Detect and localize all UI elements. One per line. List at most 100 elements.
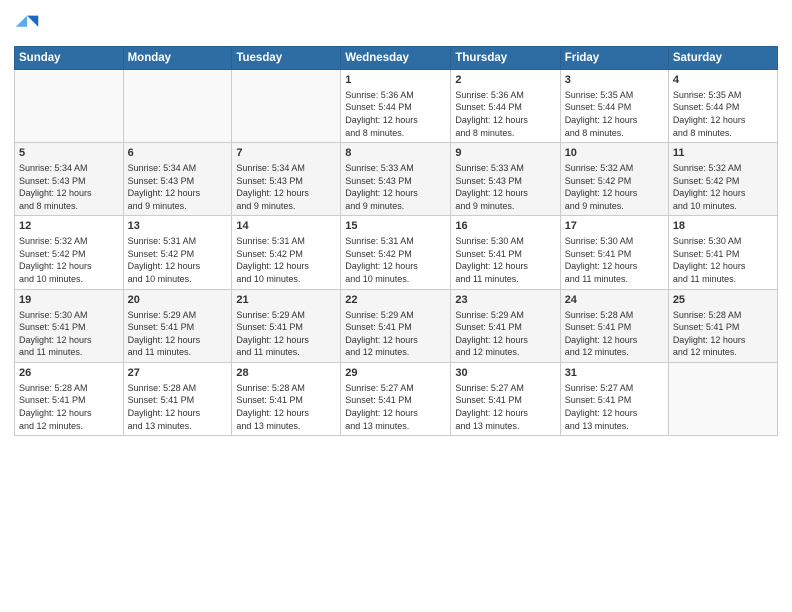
day-info: Sunrise: 5:28 AM Sunset: 5:41 PM Dayligh… <box>128 382 228 432</box>
calendar-table: SundayMondayTuesdayWednesdayThursdayFrid… <box>14 46 778 436</box>
day-info: Sunrise: 5:33 AM Sunset: 5:43 PM Dayligh… <box>345 162 446 212</box>
day-number: 4 <box>673 73 773 88</box>
col-header-sunday: Sunday <box>15 47 124 70</box>
day-cell <box>232 70 341 143</box>
logo-icon <box>14 10 42 38</box>
day-number: 11 <box>673 146 773 161</box>
day-info: Sunrise: 5:28 AM Sunset: 5:41 PM Dayligh… <box>673 309 773 359</box>
day-cell: 1Sunrise: 5:36 AM Sunset: 5:44 PM Daylig… <box>341 70 451 143</box>
day-number: 21 <box>236 293 336 308</box>
day-cell: 15Sunrise: 5:31 AM Sunset: 5:42 PM Dayli… <box>341 216 451 289</box>
day-info: Sunrise: 5:32 AM Sunset: 5:42 PM Dayligh… <box>565 162 664 212</box>
day-cell: 29Sunrise: 5:27 AM Sunset: 5:41 PM Dayli… <box>341 362 451 435</box>
col-header-saturday: Saturday <box>668 47 777 70</box>
day-cell <box>123 70 232 143</box>
day-number: 25 <box>673 293 773 308</box>
day-cell: 4Sunrise: 5:35 AM Sunset: 5:44 PM Daylig… <box>668 70 777 143</box>
day-cell <box>668 362 777 435</box>
day-number: 2 <box>455 73 555 88</box>
day-number: 3 <box>565 73 664 88</box>
day-cell: 25Sunrise: 5:28 AM Sunset: 5:41 PM Dayli… <box>668 289 777 362</box>
week-row-2: 5Sunrise: 5:34 AM Sunset: 5:43 PM Daylig… <box>15 143 778 216</box>
day-info: Sunrise: 5:27 AM Sunset: 5:41 PM Dayligh… <box>455 382 555 432</box>
day-info: Sunrise: 5:31 AM Sunset: 5:42 PM Dayligh… <box>128 235 228 285</box>
day-info: Sunrise: 5:29 AM Sunset: 5:41 PM Dayligh… <box>345 309 446 359</box>
week-row-4: 19Sunrise: 5:30 AM Sunset: 5:41 PM Dayli… <box>15 289 778 362</box>
day-cell: 5Sunrise: 5:34 AM Sunset: 5:43 PM Daylig… <box>15 143 124 216</box>
week-row-3: 12Sunrise: 5:32 AM Sunset: 5:42 PM Dayli… <box>15 216 778 289</box>
day-cell: 28Sunrise: 5:28 AM Sunset: 5:41 PM Dayli… <box>232 362 341 435</box>
day-number: 22 <box>345 293 446 308</box>
day-cell: 6Sunrise: 5:34 AM Sunset: 5:43 PM Daylig… <box>123 143 232 216</box>
day-cell: 7Sunrise: 5:34 AM Sunset: 5:43 PM Daylig… <box>232 143 341 216</box>
day-cell: 22Sunrise: 5:29 AM Sunset: 5:41 PM Dayli… <box>341 289 451 362</box>
day-cell: 10Sunrise: 5:32 AM Sunset: 5:42 PM Dayli… <box>560 143 668 216</box>
day-cell: 26Sunrise: 5:28 AM Sunset: 5:41 PM Dayli… <box>15 362 124 435</box>
day-number: 9 <box>455 146 555 161</box>
day-info: Sunrise: 5:32 AM Sunset: 5:42 PM Dayligh… <box>673 162 773 212</box>
day-info: Sunrise: 5:36 AM Sunset: 5:44 PM Dayligh… <box>345 89 446 139</box>
day-cell: 2Sunrise: 5:36 AM Sunset: 5:44 PM Daylig… <box>451 70 560 143</box>
day-info: Sunrise: 5:36 AM Sunset: 5:44 PM Dayligh… <box>455 89 555 139</box>
day-number: 12 <box>19 219 119 234</box>
day-number: 24 <box>565 293 664 308</box>
day-number: 28 <box>236 366 336 381</box>
day-cell: 14Sunrise: 5:31 AM Sunset: 5:42 PM Dayli… <box>232 216 341 289</box>
day-number: 10 <box>565 146 664 161</box>
day-cell <box>15 70 124 143</box>
day-cell: 16Sunrise: 5:30 AM Sunset: 5:41 PM Dayli… <box>451 216 560 289</box>
week-row-1: 1Sunrise: 5:36 AM Sunset: 5:44 PM Daylig… <box>15 70 778 143</box>
day-info: Sunrise: 5:30 AM Sunset: 5:41 PM Dayligh… <box>19 309 119 359</box>
col-header-wednesday: Wednesday <box>341 47 451 70</box>
day-cell: 9Sunrise: 5:33 AM Sunset: 5:43 PM Daylig… <box>451 143 560 216</box>
day-info: Sunrise: 5:31 AM Sunset: 5:42 PM Dayligh… <box>345 235 446 285</box>
col-header-thursday: Thursday <box>451 47 560 70</box>
day-info: Sunrise: 5:33 AM Sunset: 5:43 PM Dayligh… <box>455 162 555 212</box>
day-number: 5 <box>19 146 119 161</box>
day-number: 8 <box>345 146 446 161</box>
day-info: Sunrise: 5:30 AM Sunset: 5:41 PM Dayligh… <box>565 235 664 285</box>
day-cell: 3Sunrise: 5:35 AM Sunset: 5:44 PM Daylig… <box>560 70 668 143</box>
col-header-friday: Friday <box>560 47 668 70</box>
day-number: 13 <box>128 219 228 234</box>
day-info: Sunrise: 5:29 AM Sunset: 5:41 PM Dayligh… <box>128 309 228 359</box>
day-cell: 13Sunrise: 5:31 AM Sunset: 5:42 PM Dayli… <box>123 216 232 289</box>
day-number: 6 <box>128 146 228 161</box>
day-cell: 20Sunrise: 5:29 AM Sunset: 5:41 PM Dayli… <box>123 289 232 362</box>
day-info: Sunrise: 5:35 AM Sunset: 5:44 PM Dayligh… <box>673 89 773 139</box>
day-cell: 24Sunrise: 5:28 AM Sunset: 5:41 PM Dayli… <box>560 289 668 362</box>
day-info: Sunrise: 5:30 AM Sunset: 5:41 PM Dayligh… <box>673 235 773 285</box>
day-number: 26 <box>19 366 119 381</box>
day-info: Sunrise: 5:27 AM Sunset: 5:41 PM Dayligh… <box>565 382 664 432</box>
day-number: 23 <box>455 293 555 308</box>
day-cell: 19Sunrise: 5:30 AM Sunset: 5:41 PM Dayli… <box>15 289 124 362</box>
day-cell: 21Sunrise: 5:29 AM Sunset: 5:41 PM Dayli… <box>232 289 341 362</box>
day-number: 1 <box>345 73 446 88</box>
day-number: 20 <box>128 293 228 308</box>
page-container: SundayMondayTuesdayWednesdayThursdayFrid… <box>0 0 792 612</box>
day-info: Sunrise: 5:35 AM Sunset: 5:44 PM Dayligh… <box>565 89 664 139</box>
day-cell: 27Sunrise: 5:28 AM Sunset: 5:41 PM Dayli… <box>123 362 232 435</box>
day-info: Sunrise: 5:34 AM Sunset: 5:43 PM Dayligh… <box>19 162 119 212</box>
col-header-monday: Monday <box>123 47 232 70</box>
logo <box>14 10 46 38</box>
day-info: Sunrise: 5:34 AM Sunset: 5:43 PM Dayligh… <box>128 162 228 212</box>
day-number: 19 <box>19 293 119 308</box>
day-info: Sunrise: 5:29 AM Sunset: 5:41 PM Dayligh… <box>455 309 555 359</box>
day-number: 31 <box>565 366 664 381</box>
day-number: 16 <box>455 219 555 234</box>
day-cell: 23Sunrise: 5:29 AM Sunset: 5:41 PM Dayli… <box>451 289 560 362</box>
day-info: Sunrise: 5:31 AM Sunset: 5:42 PM Dayligh… <box>236 235 336 285</box>
day-number: 27 <box>128 366 228 381</box>
day-info: Sunrise: 5:30 AM Sunset: 5:41 PM Dayligh… <box>455 235 555 285</box>
day-number: 18 <box>673 219 773 234</box>
day-number: 30 <box>455 366 555 381</box>
header <box>14 10 778 38</box>
day-cell: 12Sunrise: 5:32 AM Sunset: 5:42 PM Dayli… <box>15 216 124 289</box>
day-number: 15 <box>345 219 446 234</box>
day-cell: 17Sunrise: 5:30 AM Sunset: 5:41 PM Dayli… <box>560 216 668 289</box>
week-row-5: 26 Sunrise: 5:28 AM Sunset: 5:41 PM Dayli… <box>15 362 778 435</box>
day-cell: 30Sunrise: 5:27 AM Sunset: 5:41 PM Dayli… <box>451 362 560 435</box>
day-info: Sunrise: 5:34 AM Sunset: 5:43 PM Dayligh… <box>236 162 336 212</box>
day-cell: 18Sunrise: 5:30 AM Sunset: 5:41 PM Dayli… <box>668 216 777 289</box>
